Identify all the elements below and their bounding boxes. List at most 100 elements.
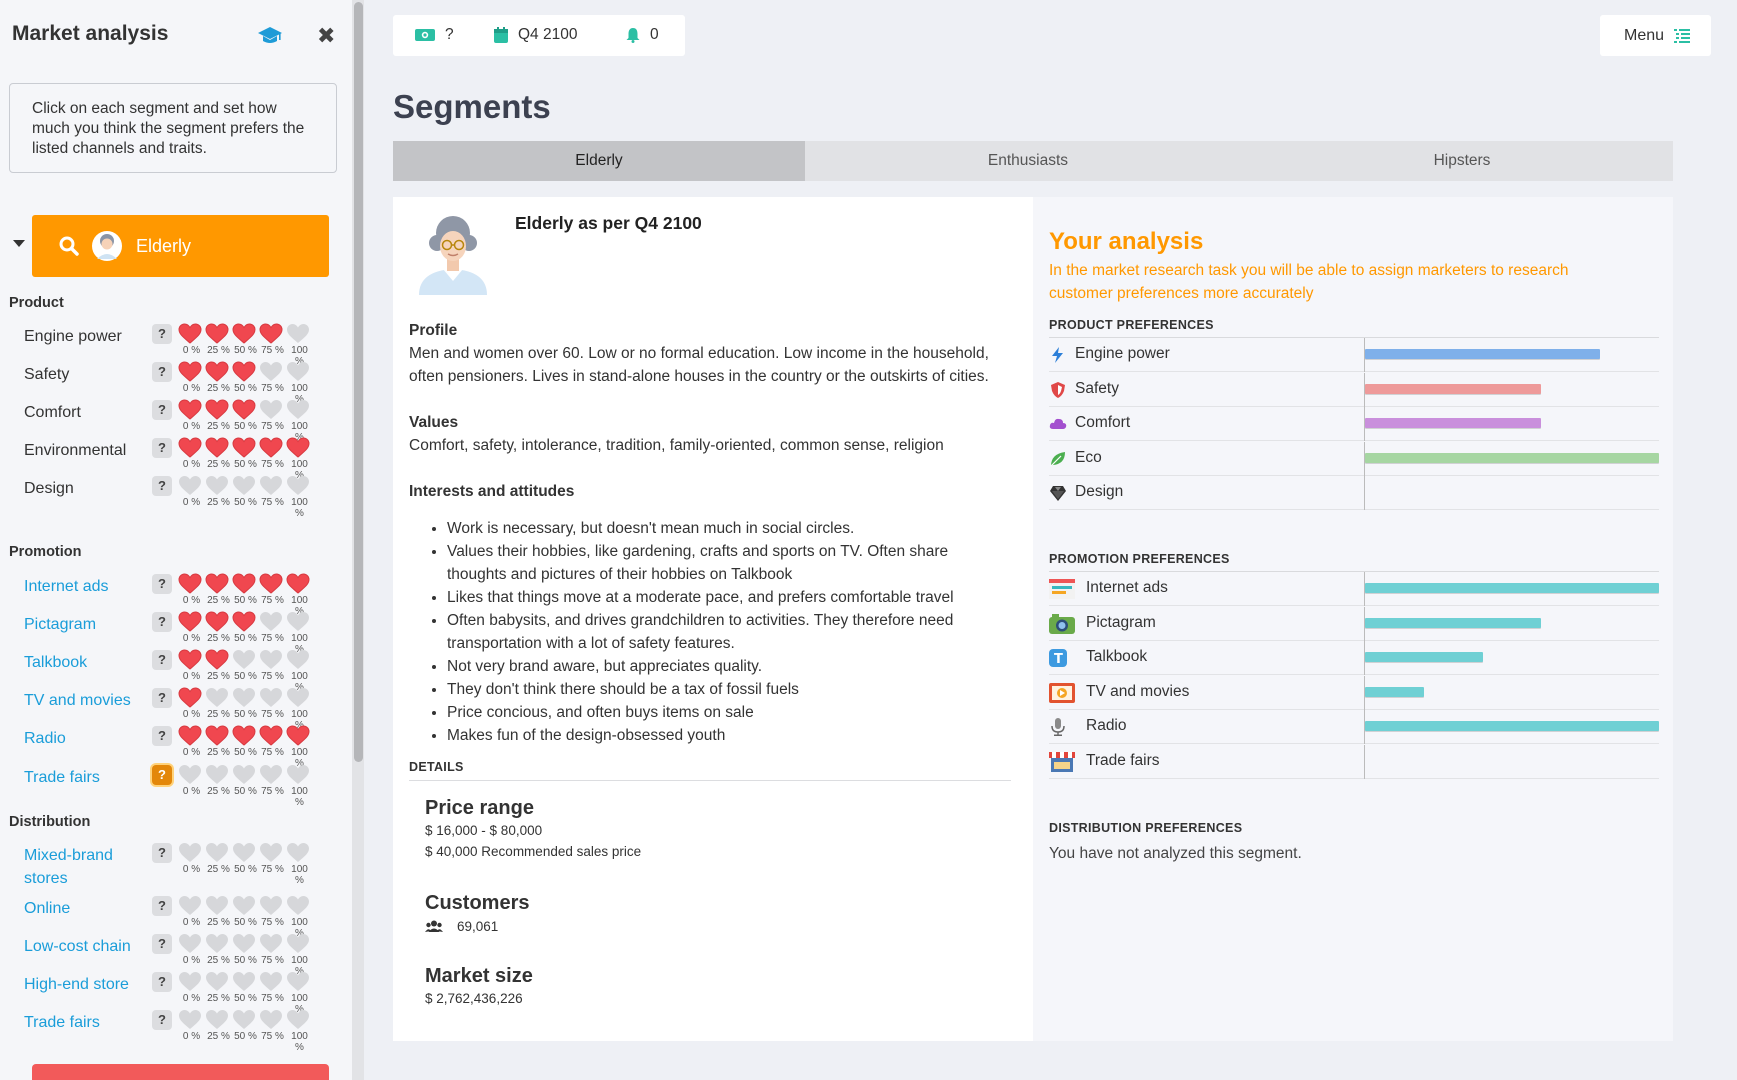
heart-empty-icon[interactable] [259, 399, 283, 421]
heart-empty-icon[interactable] [205, 933, 229, 955]
heart-empty-icon[interactable] [286, 475, 310, 497]
help-question-icon[interactable]: ? [152, 765, 172, 785]
heart-empty-icon[interactable] [286, 361, 310, 383]
heart-empty-icon[interactable] [232, 895, 256, 917]
heart-empty-icon[interactable] [259, 611, 283, 633]
heart-empty-icon[interactable] [286, 764, 310, 786]
heart-empty-icon[interactable] [232, 687, 256, 709]
help-question-icon[interactable]: ? [152, 438, 172, 458]
help-question-icon[interactable]: ? [152, 972, 172, 992]
help-question-icon[interactable]: ? [152, 362, 172, 382]
graduation-cap-icon[interactable] [257, 22, 283, 48]
help-question-icon[interactable]: ? [152, 896, 172, 916]
heart-empty-icon[interactable] [286, 971, 310, 993]
heart-filled-icon[interactable] [232, 573, 256, 595]
heart-filled-icon[interactable] [178, 611, 202, 633]
heart-empty-icon[interactable] [286, 1009, 310, 1031]
heart-empty-icon[interactable] [286, 323, 310, 345]
heart-filled-icon[interactable] [205, 399, 229, 421]
heart-empty-icon[interactable] [259, 1009, 283, 1031]
heart-empty-icon[interactable] [232, 933, 256, 955]
heart-filled-icon[interactable] [205, 573, 229, 595]
heart-empty-icon[interactable] [232, 649, 256, 671]
heart-filled-icon[interactable] [232, 399, 256, 421]
heart-filled-icon[interactable] [286, 725, 310, 747]
heart-empty-icon[interactable] [286, 687, 310, 709]
help-question-icon[interactable]: ? [152, 476, 172, 496]
preference-label[interactable]: Trade fairs [24, 766, 149, 789]
help-question-icon[interactable]: ? [152, 400, 172, 420]
preference-label[interactable]: Pictagram [24, 613, 149, 636]
heart-empty-icon[interactable] [259, 687, 283, 709]
heart-empty-icon[interactable] [259, 895, 283, 917]
heart-empty-icon[interactable] [286, 933, 310, 955]
heart-empty-icon[interactable] [205, 475, 229, 497]
preference-label[interactable]: Online [24, 897, 149, 920]
heart-filled-icon[interactable] [286, 573, 310, 595]
heart-empty-icon[interactable] [259, 971, 283, 993]
heart-filled-icon[interactable] [232, 437, 256, 459]
heart-filled-icon[interactable] [232, 361, 256, 383]
heart-filled-icon[interactable] [178, 649, 202, 671]
tab-enthusiasts[interactable]: Enthusiasts [805, 141, 1251, 181]
heart-filled-icon[interactable] [259, 573, 283, 595]
heart-filled-icon[interactable] [286, 437, 310, 459]
heart-empty-icon[interactable] [205, 687, 229, 709]
heart-empty-icon[interactable] [286, 399, 310, 421]
heart-empty-icon[interactable] [205, 895, 229, 917]
heart-empty-icon[interactable] [259, 764, 283, 786]
help-question-icon[interactable]: ? [152, 574, 172, 594]
submit-analysis-button[interactable] [32, 1064, 329, 1080]
heart-filled-icon[interactable] [205, 649, 229, 671]
preference-label[interactable]: TV and movies [24, 689, 149, 712]
help-question-icon[interactable]: ? [152, 1010, 172, 1030]
heart-filled-icon[interactable] [178, 437, 202, 459]
heart-empty-icon[interactable] [178, 1009, 202, 1031]
heart-empty-icon[interactable] [286, 611, 310, 633]
heart-empty-icon[interactable] [259, 649, 283, 671]
heart-empty-icon[interactable] [205, 842, 229, 864]
heart-filled-icon[interactable] [178, 725, 202, 747]
help-question-icon[interactable]: ? [152, 650, 172, 670]
heart-filled-icon[interactable] [178, 323, 202, 345]
heart-empty-icon[interactable] [178, 842, 202, 864]
scrollbar-thumb[interactable] [354, 2, 363, 762]
heart-filled-icon[interactable] [205, 437, 229, 459]
sidebar-scrollbar[interactable] [352, 0, 364, 1080]
help-question-icon[interactable]: ? [152, 324, 172, 344]
help-question-icon[interactable]: ? [152, 726, 172, 746]
heart-empty-icon[interactable] [178, 971, 202, 993]
heart-empty-icon[interactable] [232, 475, 256, 497]
preference-label[interactable]: Internet ads [24, 575, 149, 598]
heart-empty-icon[interactable] [178, 475, 202, 497]
heart-empty-icon[interactable] [232, 764, 256, 786]
help-question-icon[interactable]: ? [152, 612, 172, 632]
heart-filled-icon[interactable] [178, 361, 202, 383]
preference-label[interactable]: High-end store [24, 973, 149, 996]
preference-label[interactable]: Radio [24, 727, 149, 750]
tab-hipsters[interactable]: Hipsters [1251, 141, 1673, 181]
heart-empty-icon[interactable] [205, 1009, 229, 1031]
help-question-icon[interactable]: ? [152, 934, 172, 954]
segment-select-button[interactable]: Elderly [32, 215, 329, 277]
heart-filled-icon[interactable] [232, 323, 256, 345]
help-question-icon[interactable]: ? [152, 843, 172, 863]
heart-empty-icon[interactable] [286, 649, 310, 671]
heart-empty-icon[interactable] [232, 842, 256, 864]
heart-filled-icon[interactable] [178, 399, 202, 421]
heart-filled-icon[interactable] [232, 725, 256, 747]
menu-button[interactable]: Menu [1600, 15, 1711, 56]
heart-filled-icon[interactable] [178, 573, 202, 595]
preference-label[interactable]: Mixed-brand stores [24, 844, 134, 890]
heart-empty-icon[interactable] [259, 475, 283, 497]
heart-empty-icon[interactable] [286, 842, 310, 864]
heart-empty-icon[interactable] [286, 895, 310, 917]
help-question-icon[interactable]: ? [152, 688, 172, 708]
preference-label[interactable]: Trade fairs [24, 1011, 149, 1034]
preference-label[interactable]: Low-cost chain [24, 935, 149, 958]
heart-empty-icon[interactable] [205, 971, 229, 993]
heart-empty-icon[interactable] [178, 764, 202, 786]
heart-empty-icon[interactable] [178, 895, 202, 917]
heart-empty-icon[interactable] [205, 764, 229, 786]
heart-filled-icon[interactable] [205, 725, 229, 747]
